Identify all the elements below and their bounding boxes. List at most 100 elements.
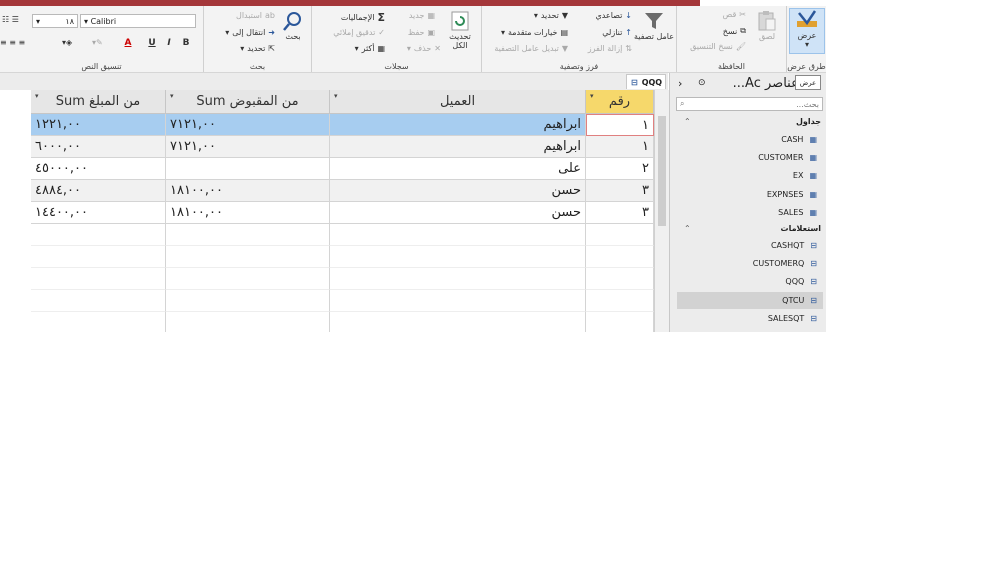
save-record-button[interactable]: ▣ حفظ bbox=[408, 28, 435, 37]
empty-cell bbox=[166, 246, 330, 268]
font-color-button[interactable]: A bbox=[122, 38, 134, 50]
delete-record-button[interactable]: ✕ حذف ▾ bbox=[407, 44, 441, 53]
column-dropdown-icon[interactable]: ▾ bbox=[170, 92, 174, 100]
group-label-views: طرق عرض bbox=[787, 62, 826, 71]
nav-item-label: CUSTOMER bbox=[758, 153, 804, 163]
cell-customer[interactable]: حسن bbox=[330, 180, 586, 202]
column-dropdown-icon[interactable]: ▾ bbox=[334, 92, 338, 100]
filter-button[interactable]: عامل تصفية bbox=[634, 10, 674, 41]
toggle-filter-button[interactable]: ▼ تبديل عامل التصفية bbox=[494, 44, 568, 53]
font-size-combo[interactable]: ▾ ١٨ bbox=[32, 14, 78, 28]
cell-customer[interactable]: حسن bbox=[330, 202, 586, 224]
column-header-customer[interactable]: ▾ العميل bbox=[330, 90, 586, 114]
chevron-up-icon[interactable]: ⌃ bbox=[684, 224, 691, 233]
view-button[interactable]: عرض ▾ bbox=[789, 8, 825, 54]
table-row[interactable]: ٤٥٠٠٠,٠٠ على ٢ bbox=[0, 158, 668, 180]
column-header-amount[interactable]: ▾ من المبلغ Sum bbox=[31, 90, 166, 114]
tab-qqq[interactable]: ⊟ QQQ bbox=[626, 74, 666, 89]
sort-descending-button[interactable]: ↑ تنازلي bbox=[602, 28, 632, 37]
goto-button[interactable]: ➜ انتقال إلى ▾ bbox=[225, 28, 275, 37]
table-row[interactable]: ٤٨٨٤,٠٠ ١٨١٠٠,٠٠ حسن ٣ bbox=[0, 180, 668, 202]
column-dropdown-icon[interactable]: ▾ bbox=[590, 92, 594, 100]
more-button[interactable]: ▦ أكثر ▾ bbox=[355, 44, 385, 53]
refresh-all-button[interactable]: تحديث الكل bbox=[442, 10, 478, 50]
nav-item-label: EXPNSES bbox=[766, 189, 804, 199]
column-header-received[interactable]: ▾ من المقبوض Sum bbox=[166, 90, 330, 114]
cell-received[interactable]: ١٨١٠٠,٠٠ bbox=[166, 180, 330, 202]
column-dropdown-icon[interactable]: ▾ bbox=[35, 92, 39, 100]
new-record-button[interactable]: ▦ جديد bbox=[409, 11, 435, 20]
italic-button[interactable]: I bbox=[163, 38, 175, 50]
chevron-up-icon[interactable]: ⌃ bbox=[684, 117, 691, 126]
paste-button[interactable]: لصق bbox=[751, 10, 783, 41]
select-button[interactable]: ⇱ تحديد ▾ bbox=[240, 44, 275, 53]
view-tooltip: عرض bbox=[795, 75, 821, 90]
cell-amount[interactable]: ١٢٢١,٠٠ bbox=[31, 114, 166, 136]
cell-amount[interactable]: ١٤٤٠٠,٠٠ bbox=[31, 202, 166, 224]
underline-button[interactable]: U bbox=[146, 38, 158, 50]
group-label-text-formatting: تنسيق النص bbox=[81, 62, 122, 71]
arrow-right-icon: ➜ bbox=[268, 28, 275, 37]
highlight-button[interactable]: ✎▾ bbox=[92, 38, 103, 47]
nav-item-qqq[interactable]: ⊟ QQQ bbox=[680, 273, 817, 290]
format-painter-button[interactable]: 🖌 نسخ التنسيق bbox=[690, 42, 746, 51]
nav-search-input[interactable]: بحث... ⌕ bbox=[676, 97, 823, 111]
align-buttons[interactable]: ≡ ≡ ≡ bbox=[0, 38, 25, 47]
nav-item-ex[interactable]: ▦ EX bbox=[680, 167, 817, 184]
nav-item-label: QQQ bbox=[785, 277, 805, 287]
spelling-button[interactable]: ✓ تدقيق إملائي bbox=[333, 28, 385, 37]
column-header-id[interactable]: ▾ رقم bbox=[586, 90, 654, 114]
replace-button[interactable]: ab استبدال bbox=[236, 11, 275, 20]
nav-item-qtcu[interactable]: ⊟ QTCU bbox=[677, 291, 823, 309]
cell-id[interactable]: ٢ bbox=[586, 158, 654, 180]
vertical-scrollbar[interactable] bbox=[654, 90, 669, 332]
table-row[interactable]: ١٤٤٠٠,٠٠ ١٨١٠٠,٠٠ حسن ٣ bbox=[0, 202, 668, 224]
table-row[interactable]: ٦٠٠٠,٠٠ ٧١٢١,٠٠ ابراهيم ١ bbox=[0, 136, 668, 158]
cut-button[interactable]: ✂ قص bbox=[723, 10, 746, 19]
nav-item-label: EX bbox=[792, 171, 804, 181]
bold-button[interactable]: B bbox=[180, 38, 192, 50]
table-row[interactable]: ١٢٢١,٠٠ ٧١٢١,٠٠ ابراهيم ١ bbox=[0, 114, 668, 136]
nav-item-customer[interactable]: ▦ CUSTOMER bbox=[680, 149, 817, 166]
totals-button[interactable]: Σ الإجماليات bbox=[341, 11, 385, 24]
sigma-icon: Σ bbox=[377, 11, 385, 24]
nav-section-tables[interactable]: جداول bbox=[796, 117, 821, 126]
collapse-pane-icon[interactable]: ‹ bbox=[678, 77, 682, 90]
selection-label: تحديد bbox=[540, 11, 559, 20]
nav-item-cash[interactable]: ▦ CASH bbox=[680, 131, 817, 148]
font-name-combo[interactable]: ▾ Calibri bbox=[80, 14, 196, 28]
empty-cell bbox=[31, 246, 166, 268]
cell-id[interactable]: ١ bbox=[586, 114, 654, 136]
cell-received[interactable]: ٧١٢١,٠٠ bbox=[166, 114, 330, 136]
cell-amount[interactable]: ٤٨٨٤,٠٠ bbox=[31, 180, 166, 202]
copy-button[interactable]: ⧉ نسخ bbox=[723, 26, 746, 36]
find-button[interactable]: بحث bbox=[278, 10, 308, 41]
grid-icon: ▦ bbox=[377, 44, 385, 53]
cell-amount[interactable]: ٤٥٠٠٠,٠٠ bbox=[31, 158, 166, 180]
cell-customer[interactable]: على bbox=[330, 158, 586, 180]
nav-item-customerq[interactable]: ⊟ CUSTOMERQ bbox=[680, 255, 817, 272]
cell-customer[interactable]: ابراهيم bbox=[330, 136, 586, 158]
remove-sort-button[interactable]: ⇅ إزالة الفرز bbox=[588, 44, 632, 53]
nav-item-expnses[interactable]: ▦ EXPNSES bbox=[680, 186, 817, 203]
sort-ascending-button[interactable]: ↓ تصاعدي bbox=[595, 11, 632, 20]
paint-bucket-icon: ◈▾ bbox=[62, 38, 73, 47]
nav-item-cashqt[interactable]: ⊟ CASHQT bbox=[680, 237, 817, 254]
selection-button[interactable]: ▼ تحديد ▾ bbox=[534, 11, 568, 20]
nav-item-sales[interactable]: ▦ SALES bbox=[680, 204, 817, 221]
nav-item-salesqt[interactable]: ⊟ SALESQT bbox=[680, 310, 817, 327]
list-buttons[interactable]: ☰ ☷ bbox=[2, 15, 19, 24]
scrollbar-thumb[interactable] bbox=[658, 116, 666, 226]
cell-customer[interactable]: ابراهيم bbox=[330, 114, 586, 136]
nav-section-queries[interactable]: استعلامات bbox=[781, 224, 821, 233]
cell-received[interactable]: ٧١٢١,٠٠ bbox=[166, 136, 330, 158]
cell-id[interactable]: ١ bbox=[586, 136, 654, 158]
menu-chevron-icon[interactable]: ⊙ bbox=[698, 78, 706, 88]
cell-received[interactable]: ١٨١٠٠,٠٠ bbox=[166, 202, 330, 224]
cell-id[interactable]: ٣ bbox=[586, 180, 654, 202]
cell-received[interactable] bbox=[166, 158, 330, 180]
fill-color-button[interactable]: ◈▾ bbox=[62, 38, 72, 47]
cell-id[interactable]: ٣ bbox=[586, 202, 654, 224]
advanced-button[interactable]: ▤ خيارات متقدمة ▾ bbox=[501, 28, 568, 37]
cell-amount[interactable]: ٦٠٠٠,٠٠ bbox=[31, 136, 166, 158]
